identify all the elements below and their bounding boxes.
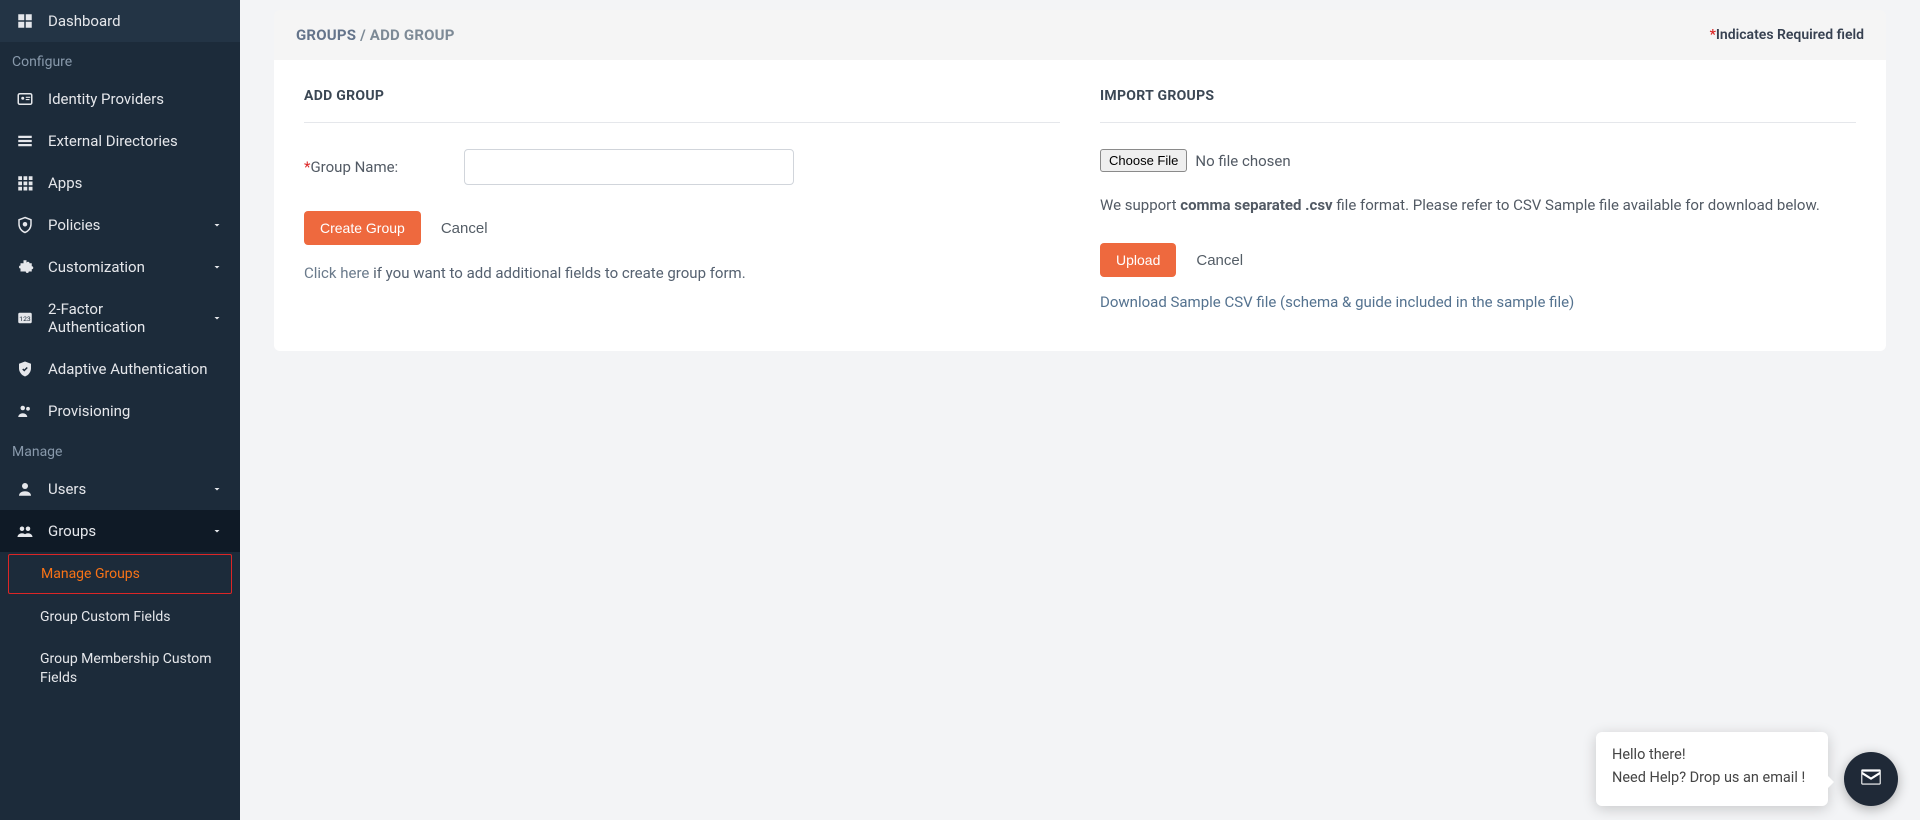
download-sample-link[interactable]: Download Sample CSV file (schema & guide… — [1100, 293, 1574, 311]
chat-line2: Need Help? Drop us an email ! — [1612, 769, 1812, 786]
keypad-icon: 123 — [16, 309, 34, 327]
dashboard-icon — [16, 12, 34, 30]
import-help-post: file format. Please refer to CSV Sample … — [1333, 196, 1820, 214]
card-body: ADD GROUP *Group Name: Create Group Canc… — [274, 60, 1886, 351]
users-sync-icon — [16, 402, 34, 420]
sidebar-label: External Directories — [48, 132, 178, 150]
group-icon — [16, 522, 34, 540]
sidebar-item-users[interactable]: Users — [0, 468, 240, 510]
create-group-button[interactable]: Create Group — [304, 211, 421, 245]
id-card-icon — [16, 90, 34, 108]
cancel-add-button[interactable]: Cancel — [437, 212, 492, 245]
sidebar-item-customization[interactable]: Customization — [0, 246, 240, 288]
add-group-buttons: Create Group Cancel — [304, 211, 1060, 245]
shield-icon — [16, 216, 34, 234]
breadcrumb-sep: / — [356, 26, 370, 44]
divider — [304, 122, 1060, 123]
sidebar-item-provisioning[interactable]: Provisioning — [0, 390, 240, 432]
chat-line1: Hello there! — [1612, 746, 1812, 763]
cancel-import-button[interactable]: Cancel — [1192, 244, 1247, 277]
breadcrumb: GROUPS / ADD GROUP — [296, 26, 455, 44]
import-groups-title: IMPORT GROUPS — [1100, 88, 1856, 104]
user-icon — [16, 480, 34, 498]
content-card: GROUPS / ADD GROUP *Indicates Required f… — [274, 10, 1886, 351]
add-group-helper: Click here if you want to add additional… — [304, 261, 1060, 285]
chevron-down-icon — [210, 260, 224, 274]
import-help-pre: We support — [1100, 196, 1180, 214]
chevron-down-icon — [210, 524, 224, 538]
file-status-text: No file chosen — [1195, 152, 1290, 170]
sidebar-label: Users — [48, 480, 86, 498]
add-group-section: ADD GROUP *Group Name: Create Group Canc… — [304, 88, 1060, 311]
sidebar-label: Policies — [48, 216, 100, 234]
import-help-bold: comma separated .csv — [1180, 196, 1332, 214]
sidebar-item-policies[interactable]: Policies — [0, 204, 240, 246]
click-here-link[interactable]: Click here — [304, 264, 369, 282]
submenu-group-custom-fields[interactable]: Group Custom Fields — [0, 596, 240, 638]
upload-button[interactable]: Upload — [1100, 243, 1176, 277]
sidebar-label: Dashboard — [48, 12, 121, 30]
breadcrumb-current: ADD GROUP — [370, 26, 455, 44]
click-here-after: if you want to add additional fields to … — [369, 264, 745, 282]
breadcrumb-groups-link[interactable]: GROUPS — [296, 26, 356, 44]
import-groups-section: IMPORT GROUPS Choose File No file chosen… — [1100, 88, 1856, 311]
mail-icon — [1858, 764, 1884, 794]
file-chooser-row: Choose File No file chosen — [1100, 149, 1856, 172]
submenu-manage-groups[interactable]: Manage Groups — [8, 554, 232, 594]
sidebar-item-external-directories[interactable]: External Directories — [0, 120, 240, 162]
chevron-down-icon — [211, 311, 224, 325]
chevron-down-icon — [210, 482, 224, 496]
sidebar-item-two-factor[interactable]: 123 2-Factor Authentication — [0, 288, 240, 348]
sidebar-item-apps[interactable]: Apps — [0, 162, 240, 204]
chevron-down-icon — [210, 218, 224, 232]
import-buttons: Upload Cancel — [1100, 243, 1856, 277]
sidebar-item-adaptive-auth[interactable]: Adaptive Authentication — [0, 348, 240, 390]
main-content: GROUPS / ADD GROUP *Indicates Required f… — [240, 0, 1920, 820]
sidebar-item-identity-providers[interactable]: Identity Providers — [0, 78, 240, 120]
choose-file-button[interactable]: Choose File — [1100, 149, 1187, 172]
group-name-label: *Group Name: — [304, 158, 444, 176]
svg-text:123: 123 — [19, 315, 31, 323]
sidebar-section-manage: Manage — [0, 432, 240, 468]
group-name-label-text: Group Name: — [310, 158, 398, 176]
sidebar-label: Customization — [48, 258, 145, 276]
sidebar-label: Apps — [48, 174, 82, 192]
required-field-note: *Indicates Required field — [1710, 27, 1864, 43]
required-text: Indicates Required field — [1716, 27, 1864, 43]
add-group-title: ADD GROUP — [304, 88, 1060, 104]
list-icon — [16, 132, 34, 150]
sidebar-item-dashboard[interactable]: Dashboard — [0, 0, 240, 42]
sidebar-item-groups[interactable]: Groups — [0, 510, 240, 552]
sidebar-label: Groups — [48, 522, 96, 540]
sidebar-label: 2-Factor Authentication — [48, 300, 197, 336]
shield-check-icon — [16, 360, 34, 378]
divider — [1100, 122, 1856, 123]
submenu-group-membership-custom-fields[interactable]: Group Membership Custom Fields — [0, 638, 240, 698]
sidebar-section-configure: Configure — [0, 42, 240, 78]
chat-button[interactable] — [1844, 752, 1898, 806]
group-name-row: *Group Name: — [304, 149, 1060, 185]
chat-popup: Hello there! Need Help? Drop us an email… — [1596, 732, 1828, 806]
sidebar-label: Adaptive Authentication — [48, 360, 208, 378]
apps-grid-icon — [16, 174, 34, 192]
import-help-text: We support comma separated .csv file for… — [1100, 194, 1856, 217]
sidebar: Dashboard Configure Identity Providers E… — [0, 0, 240, 820]
card-header: GROUPS / ADD GROUP *Indicates Required f… — [274, 10, 1886, 60]
puzzle-icon — [16, 258, 34, 276]
groups-submenu: Manage Groups Group Custom Fields Group … — [0, 554, 240, 699]
sidebar-label: Identity Providers — [48, 90, 164, 108]
sidebar-label: Provisioning — [48, 402, 130, 420]
group-name-input[interactable] — [464, 149, 794, 185]
